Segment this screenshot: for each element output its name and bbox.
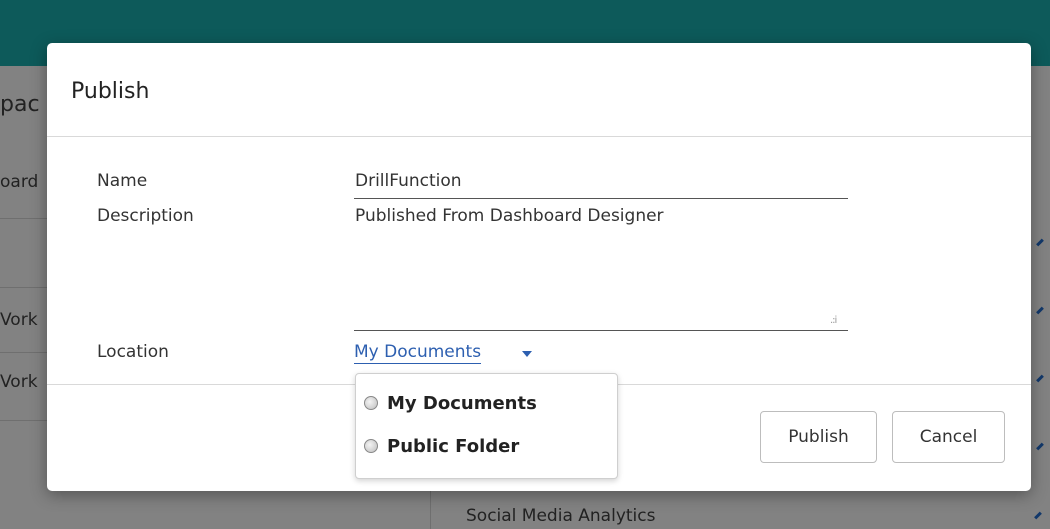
- description-textarea[interactable]: Published From Dashboard Designer: [355, 206, 664, 226]
- description-textarea-underline: [354, 330, 848, 331]
- textarea-resize-handle[interactable]: .:i: [830, 315, 837, 326]
- location-label: Location: [97, 342, 169, 362]
- radio-button[interactable]: [364, 396, 378, 410]
- location-dropdown-toggle[interactable]: My Documents: [354, 342, 482, 364]
- background-row-text: Vork: [0, 372, 38, 392]
- background-row-divider: [0, 352, 47, 353]
- background-row-title: Social Media Analytics: [466, 506, 656, 526]
- background-row-divider: [0, 420, 47, 421]
- background-column-divider: [430, 491, 431, 529]
- background-row-divider: [0, 287, 47, 288]
- dialog-title: Publish: [71, 79, 150, 104]
- name-input-underline: [354, 198, 848, 199]
- option-label: My Documents: [387, 392, 537, 414]
- option-label: Public Folder: [387, 435, 520, 457]
- name-input[interactable]: DrillFunction: [355, 171, 462, 191]
- location-dropdown-menu: My Documents Public Folder: [355, 373, 618, 479]
- cancel-button[interactable]: Cancel: [892, 411, 1005, 463]
- description-label: Description: [97, 206, 194, 226]
- background-heading-fragment: pac: [0, 92, 40, 117]
- publish-button[interactable]: Publish: [760, 411, 877, 463]
- location-option-my-documents[interactable]: My Documents: [364, 388, 537, 418]
- background-row-divider: [0, 218, 47, 219]
- location-option-public-folder[interactable]: Public Folder: [364, 431, 519, 461]
- background-label-fragment: oard: [0, 172, 39, 192]
- radio-button[interactable]: [364, 439, 378, 453]
- background-row-text: Vork: [0, 310, 38, 330]
- dialog-header: Publish: [47, 43, 1031, 137]
- chevron-down-icon[interactable]: [522, 351, 532, 357]
- name-label: Name: [97, 171, 148, 191]
